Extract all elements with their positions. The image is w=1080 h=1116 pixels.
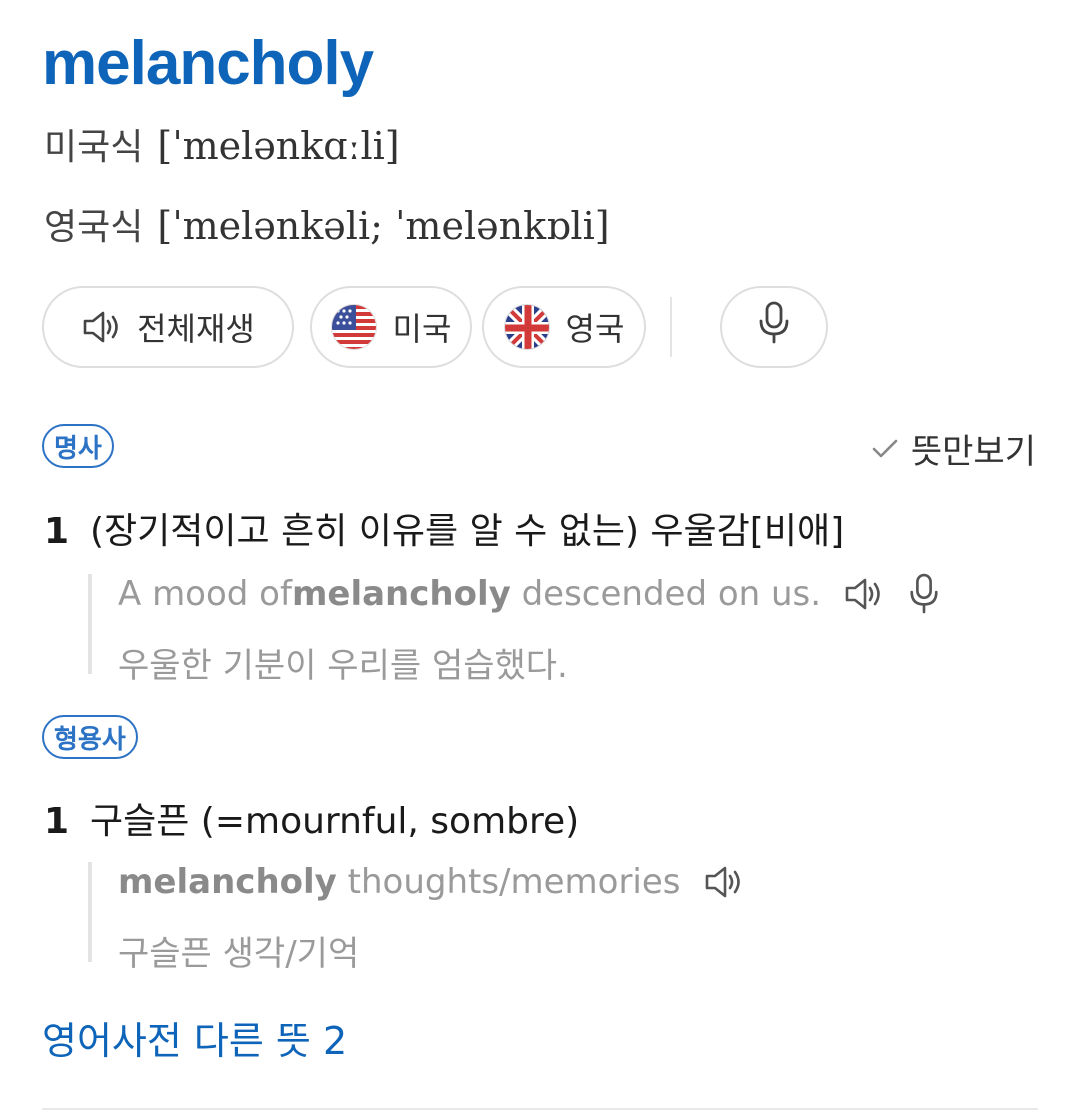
play-uk-label: 영국 — [565, 310, 625, 348]
play-us-button[interactable]: 미국 — [310, 286, 472, 368]
definition-row: 1 구슬픈 (=mournful, sombre) — [44, 792, 579, 844]
example-text-before: A mood of — [118, 574, 292, 614]
example-block: A mood of melancholy descended on us. 우울… — [88, 573, 941, 686]
example-korean: 우울한 기분이 우리를 엄습했다. — [118, 646, 568, 686]
definition-row: 1 (장기적이고 흔히 이유를 알 수 없는) 우울감[비애] — [44, 502, 844, 554]
button-divider — [670, 297, 672, 357]
example-text-after: thoughts/memories — [336, 862, 681, 902]
meaning-only-label: 뜻만보기 — [910, 432, 1036, 472]
example-text-after: descended on us. — [510, 574, 822, 614]
definition-number: 1 — [44, 801, 70, 842]
pos-tag-adjective: 형용사 — [42, 715, 138, 759]
uk-flag-icon — [503, 304, 550, 350]
pronunciation-us-ipa: [ˈmelənkɑːli] — [157, 124, 400, 168]
meaning-only-toggle[interactable]: 뜻만보기 — [871, 424, 1036, 473]
pronunciation-us: 미국식 [ˈmelənkɑːli] — [44, 118, 400, 170]
pronunciation-us-label: 미국식 — [44, 127, 144, 168]
example-english: A mood of melancholy descended on us. — [118, 573, 941, 615]
entry-word: melancholy — [42, 29, 374, 98]
example-speaker-icon[interactable] — [703, 862, 745, 902]
mic-icon — [756, 301, 792, 353]
definition-text: 구슬픈 (=mournful, sombre) — [90, 801, 580, 842]
us-flag-icon — [330, 304, 377, 350]
example-korean: 구슬픈 생각/기억 — [118, 934, 360, 974]
pronunciation-uk: 영국식 [ˈmelənkəli; ˈmelənkɒli] — [44, 198, 610, 250]
example-keyword: melancholy — [118, 862, 337, 902]
pronunciation-uk-ipa: [ˈmelənkəli; ˈmelənkɒli] — [157, 204, 610, 248]
example-mic-icon[interactable] — [907, 573, 941, 615]
example-keyword: melancholy — [291, 574, 511, 614]
play-us-label: 미국 — [392, 310, 452, 348]
play-uk-button[interactable]: 영국 — [482, 286, 646, 368]
pronunciation-uk-label: 영국식 — [44, 207, 144, 248]
more-meanings-link[interactable]: 영어사전 다른 뜻 2 — [42, 1010, 347, 1065]
check-icon — [871, 437, 899, 461]
speaker-icon — [81, 307, 123, 347]
play-all-label: 전체재생 — [137, 310, 255, 348]
record-button[interactable] — [720, 286, 828, 368]
example-speaker-icon[interactable] — [843, 574, 885, 614]
pos-tag-noun: 명사 — [42, 424, 114, 468]
play-all-button[interactable]: 전체재생 — [42, 286, 294, 368]
bottom-divider — [42, 1108, 1038, 1110]
audio-button-row: 전체재생 미국 영국 — [42, 286, 828, 368]
example-block: melancholy thoughts/memories 구슬픈 생각/기억 — [88, 862, 745, 974]
definition-text: (장기적이고 흔히 이유를 알 수 없는) 우울감[비애] — [90, 511, 845, 552]
example-english: melancholy thoughts/memories — [118, 862, 745, 902]
definition-number: 1 — [44, 511, 70, 552]
